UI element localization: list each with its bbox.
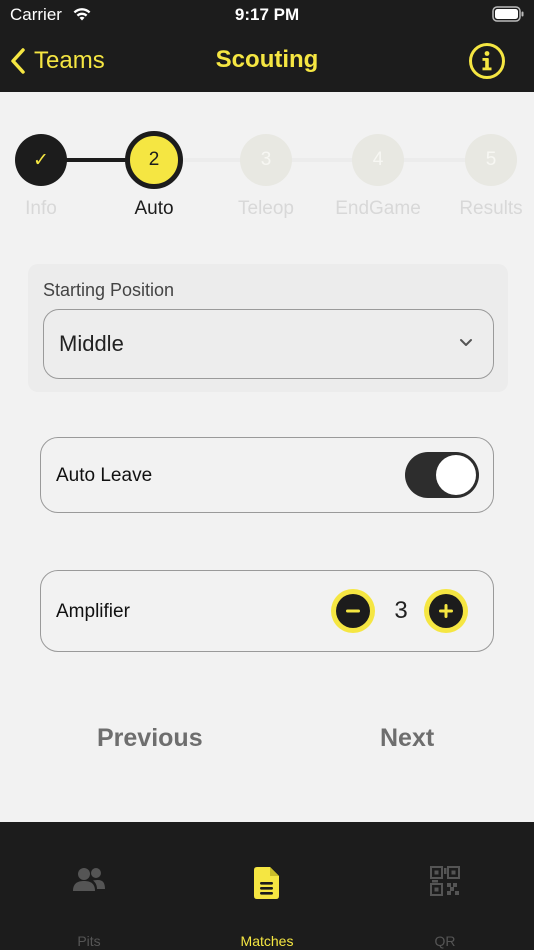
step-2-marker[interactable]: 2 <box>125 131 183 189</box>
status-bar: Carrier 9:17 PM <box>0 0 534 30</box>
step-5-label[interactable]: Results <box>431 198 534 220</box>
people-icon <box>73 868 105 891</box>
document-icon <box>254 867 279 899</box>
step-3-label[interactable]: Teleop <box>206 198 326 220</box>
starting-position-section: Starting Position Middle <box>28 264 508 392</box>
tab-qr[interactable]: QR <box>356 822 534 950</box>
auto-leave-row: Auto Leave <box>40 437 494 513</box>
amplifier-count: 3 <box>394 597 408 624</box>
amplifier-row: Amplifier 3 <box>40 570 494 652</box>
step-3-marker[interactable]: 3 <box>240 134 292 186</box>
starting-position-label: Starting Position <box>43 280 175 300</box>
auto-leave-toggle[interactable] <box>405 452 479 498</box>
navigation-bar: Teams Scouting <box>0 30 534 92</box>
qr-code-icon <box>430 866 460 896</box>
step-4-marker[interactable]: 4 <box>352 134 404 186</box>
tab-pits[interactable]: Pits <box>0 822 178 950</box>
starting-position-value: Middle <box>59 331 124 356</box>
battery-icon <box>492 6 524 27</box>
tab-qr-label: QR <box>434 933 456 949</box>
tab-matches[interactable]: Matches <box>178 822 356 950</box>
decrement-button[interactable] <box>331 589 375 633</box>
toggle-knob <box>436 455 476 495</box>
minus-icon <box>346 609 360 613</box>
clock: 9:17 PM <box>234 5 300 24</box>
starting-position-select[interactable]: Middle <box>43 309 494 379</box>
amplifier-label: Amplifier <box>56 601 130 622</box>
tab-pits-label: Pits <box>77 933 101 949</box>
previous-button[interactable]: Previous <box>97 724 203 753</box>
tab-bar: Pits Matches QR <box>0 822 534 950</box>
step-1-marker[interactable]: ✓ <box>15 134 67 186</box>
step-connector-pending <box>180 158 500 162</box>
increment-button[interactable] <box>424 589 468 633</box>
plus-icon <box>439 604 453 618</box>
scouting-form: ✓ Info 2 Auto 3 Teleop 4 EndGame 5 Resul… <box>0 92 534 822</box>
step-5-marker[interactable]: 5 <box>465 134 517 186</box>
back-button[interactable]: Teams <box>10 42 105 80</box>
info-button[interactable] <box>468 42 506 80</box>
step-2-label[interactable]: Auto <box>94 198 214 220</box>
chevron-down-icon <box>460 339 472 346</box>
back-button-label: Teams <box>34 47 105 74</box>
chevron-left-icon <box>11 48 25 74</box>
auto-leave-label: Auto Leave <box>56 465 153 486</box>
tab-matches-label: Matches <box>240 933 294 949</box>
step-1-label[interactable]: Info <box>0 198 101 220</box>
step-4-label[interactable]: EndGame <box>318 198 438 220</box>
next-button[interactable]: Next <box>380 724 434 753</box>
info-icon <box>469 43 505 79</box>
